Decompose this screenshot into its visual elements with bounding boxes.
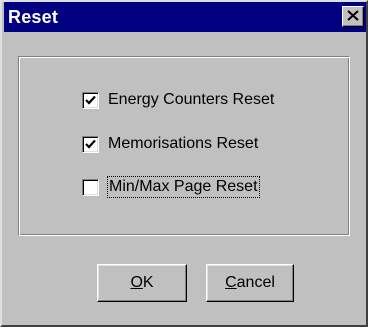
dialog-title: Reset xyxy=(8,7,59,27)
title-bar: Reset xyxy=(4,2,366,32)
checkmark-icon xyxy=(85,95,96,105)
energy-counters-reset-option[interactable]: Energy Counters Reset xyxy=(82,88,274,112)
close-button[interactable] xyxy=(342,6,364,27)
cancel-button-label: Cancel xyxy=(225,274,275,291)
ok-button-label: OK xyxy=(130,274,154,291)
ok-button[interactable]: OK xyxy=(97,264,187,302)
energy-counters-reset-checkbox[interactable] xyxy=(82,91,99,109)
cancel-button[interactable]: Cancel xyxy=(206,264,294,302)
min-max-page-reset-option[interactable]: Min/Max Page Reset xyxy=(82,175,260,199)
checkmark-icon xyxy=(85,139,96,149)
min-max-page-reset-label: Min/Max Page Reset xyxy=(107,176,260,198)
reset-dialog: Reset Energy Counters Reset Memorisation… xyxy=(0,0,368,327)
memorisations-reset-label: Memorisations Reset xyxy=(108,135,259,152)
energy-counters-reset-label: Energy Counters Reset xyxy=(108,91,275,108)
close-icon xyxy=(347,8,359,26)
min-max-page-reset-checkbox[interactable] xyxy=(82,178,99,196)
memorisations-reset-checkbox[interactable] xyxy=(82,135,99,153)
memorisations-reset-option[interactable]: Memorisations Reset xyxy=(82,132,258,156)
